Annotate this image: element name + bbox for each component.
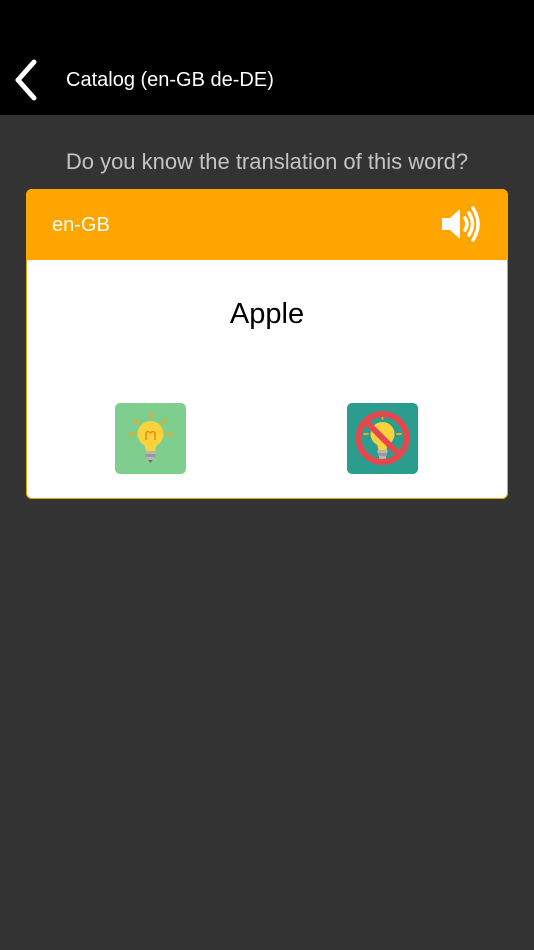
chevron-left-icon	[15, 59, 37, 101]
know-button[interactable]	[115, 403, 186, 474]
speaker-icon	[442, 206, 480, 242]
question-text: Do you know the translation of this word…	[65, 149, 469, 174]
back-button[interactable]	[6, 56, 50, 104]
speak-button[interactable]	[440, 205, 482, 243]
lightbulb-crossed-icon	[355, 411, 410, 465]
dont-know-button[interactable]	[347, 403, 418, 474]
card-header: en-GB	[26, 189, 508, 260]
app-screen: Catalog (en-GB de-DE) Do you know the tr…	[0, 0, 534, 950]
navigation-bar: Catalog (en-GB de-DE)	[0, 0, 534, 115]
word-to-translate: Apple	[229, 298, 305, 330]
nav-title: Catalog (en-GB de-DE)	[66, 69, 274, 91]
lightbulb-icon	[128, 412, 173, 463]
flashcard: en-GB Apple	[26, 189, 508, 499]
language-label: en-GB	[52, 214, 110, 236]
